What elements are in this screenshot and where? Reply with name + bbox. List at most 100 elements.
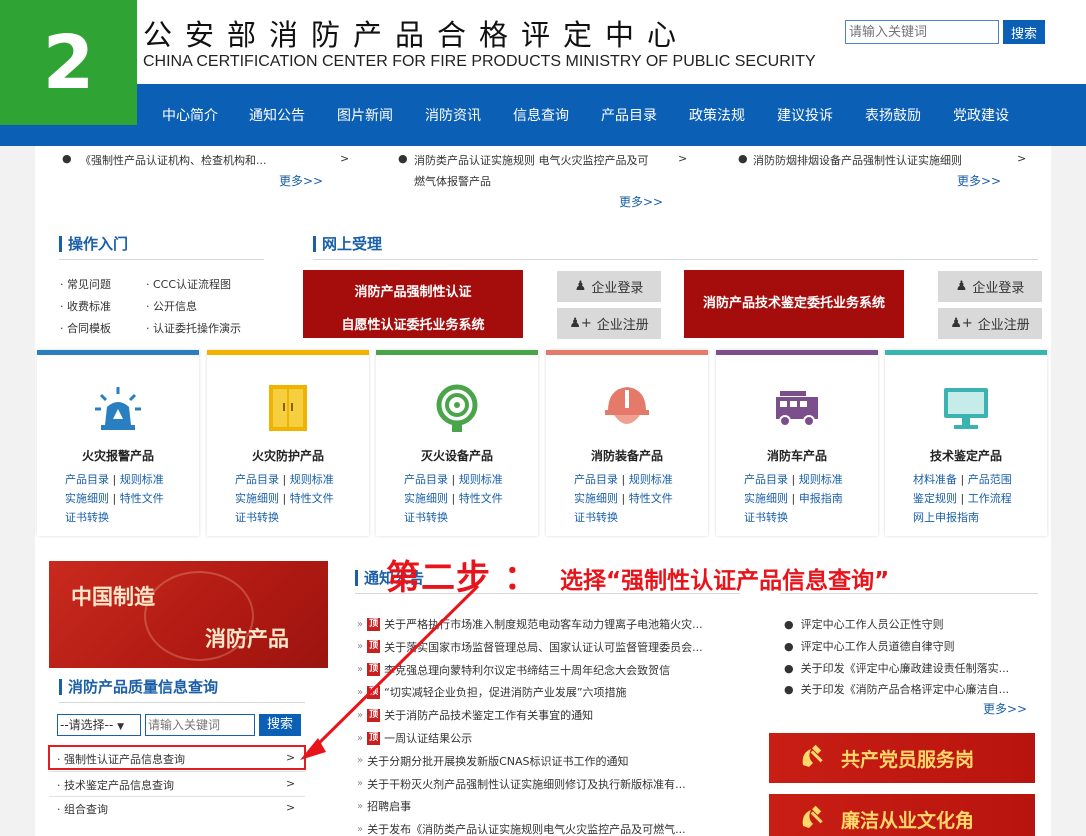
notice-item[interactable]: » 顶关于消防产品技术鉴定工作有关事宜的通知 (357, 707, 593, 723)
list-item[interactable]: ● 关于印发《评定中心廉政建设责任制落实... (784, 660, 1009, 676)
more-link[interactable]: 更多>> (279, 172, 323, 189)
notice-item[interactable]: » 顶李克强总理向蒙特利尔议定书缔结三十周年纪念大会致贺信 (357, 662, 670, 678)
card-link[interactable]: 产品目录 (404, 473, 448, 486)
card-extinguishing[interactable]: 灭火设备产品 产品目录 | 规则标准 实施细则 | 特性文件 证书转换 (376, 350, 538, 536)
card-title: 技术鉴定产品 (929, 449, 1002, 463)
card-link[interactable]: 证书转换 (65, 511, 109, 524)
op-link-fees[interactable]: · 收费标准 (60, 298, 111, 314)
card-link[interactable]: 实施细则 (235, 492, 279, 505)
op-link-contract[interactable]: · 合同模板 (60, 320, 111, 336)
card-link[interactable]: 申报指南 (799, 492, 843, 505)
list-item[interactable]: ● 评定中心工作人员道德自律守则 (784, 638, 955, 654)
ccc-system-button[interactable]: 消防产品强制性认证 自愿性认证委托业务系统 (303, 270, 523, 338)
card-link[interactable]: 实施细则 (574, 492, 618, 505)
card-link[interactable]: 规则标准 (459, 473, 503, 486)
more-link[interactable]: 更多>> (957, 172, 1001, 189)
header-search-input[interactable] (845, 20, 999, 44)
card-link[interactable]: 实施细则 (65, 492, 109, 505)
list-item[interactable]: ● 评定中心工作人员公正性守则 (784, 616, 944, 632)
card-link[interactable]: 产品目录 (744, 473, 788, 486)
quality-search-button[interactable]: 搜索 (259, 714, 301, 736)
list-item[interactable]: 《强制性产品认证机构、检查机构和... (80, 152, 267, 168)
made-in-china-banner[interactable]: 中国制造 消防产品 (49, 561, 328, 668)
notice-item[interactable]: » 顶 “切实减轻企业负担，促进消防产业发展”六项措施 (357, 684, 627, 700)
notice-item[interactable]: » 关于分期分批开展换发新版CNAS标识证书工作的通知 (357, 753, 629, 769)
card-link[interactable]: 证书转换 (235, 511, 279, 524)
notice-item[interactable]: » 顶关于严格执行市场准入制度规范电动客车动力锂离子电池箱火灾... (357, 616, 703, 632)
op-link-ccc-flow[interactable]: · CCC认证流程图 (146, 276, 231, 292)
notice-item[interactable]: » 招聘启事 (357, 798, 411, 814)
nav-item-praise[interactable]: 表扬鼓励 (865, 105, 921, 125)
party-service-label: 共产党员服务岗 (841, 748, 975, 771)
query-tech-products[interactable]: · 技术鉴定产品信息查询 (57, 777, 174, 793)
card-link[interactable]: 产品目录 (65, 473, 109, 486)
card-link[interactable]: 特性文件 (290, 492, 334, 505)
tech-appraisal-system-button[interactable]: 消防产品技术鉴定委托业务系统 (684, 270, 904, 338)
more-link[interactable]: 更多>> (983, 700, 1027, 717)
list-item-cont[interactable]: 燃气体报警产品 (414, 173, 491, 189)
arrow-icon: » (357, 709, 364, 721)
chevron-down-icon: ▼ (117, 722, 125, 732)
chevron-right-icon: > (286, 777, 296, 790)
quality-search-input[interactable] (145, 714, 255, 736)
card-link[interactable]: 特性文件 (459, 492, 503, 505)
nav-item-info-query[interactable]: 信息查询 (513, 105, 569, 125)
nav-item-catalog[interactable]: 产品目录 (601, 105, 657, 125)
card-link[interactable]: 特性文件 (629, 492, 673, 505)
enterprise-register-button[interactable]: ♟+ 企业注册 (938, 308, 1042, 339)
list-item[interactable]: ● 关于印发《消防产品合格评定中心廉洁自... (784, 681, 1009, 697)
ccc-system-label-1: 消防产品强制性认证 (354, 285, 472, 300)
card-link[interactable]: 规则标准 (799, 473, 843, 486)
list-item[interactable]: 消防防烟排烟设备产品强制性认证实施细则 (753, 152, 962, 168)
nav-item-policy[interactable]: 政策法规 (689, 105, 745, 125)
enterprise-register-button[interactable]: ♟+ 企业注册 (557, 308, 661, 339)
card-link[interactable]: 实施细则 (744, 492, 788, 505)
notice-text: 关于消防产品技术鉴定工作有关事宜的通知 (384, 709, 594, 723)
notice-item[interactable]: » 关于发布《消防类产品认证实施规则电气火灾监控产品及可燃气... (357, 821, 686, 836)
enterprise-login-button[interactable]: ♟ 企业登录 (557, 271, 661, 302)
op-link-demo[interactable]: · 认证委托操作演示 (146, 320, 241, 336)
enterprise-login-button[interactable]: ♟ 企业登录 (938, 271, 1042, 302)
notice-item[interactable]: » 顶关于落实国家市场监督管理总局、国家认证认可监督管理委员会... (357, 639, 703, 655)
op-link-public-info[interactable]: · 公开信息 (146, 298, 197, 314)
card-equipment[interactable]: 消防装备产品 产品目录 | 规则标准 实施细则 | 特性文件 证书转换 (546, 350, 708, 536)
card-link[interactable]: 规则标准 (120, 473, 164, 486)
card-link[interactable]: 工作流程 (968, 492, 1012, 505)
card-link[interactable]: 材料准备 (913, 473, 957, 486)
category-select[interactable]: --请选择-- ▼ (57, 714, 141, 736)
query-combined[interactable]: · 组合查询 (57, 801, 108, 817)
list-item[interactable]: 消防类产品认证实施规则 电气火灾监控产品及可 (414, 152, 649, 168)
card-link[interactable]: 特性文件 (120, 492, 164, 505)
arrow-icon: » (357, 641, 364, 653)
card-fire-alarm[interactable]: 火灾报警产品 产品目录 | 规则标准 实施细则 | 特性文件 证书转换 (37, 350, 199, 536)
nav-item-suggest[interactable]: 建议投诉 (777, 105, 833, 125)
party-service-banner[interactable]: 共产党员服务岗 (769, 733, 1035, 783)
nav-item-fire-news[interactable]: 消防资讯 (425, 105, 481, 125)
more-link[interactable]: 更多>> (619, 193, 663, 210)
nav-item-notices[interactable]: 通知公告 (249, 105, 305, 125)
op-link-faq[interactable]: · 常见问题 (60, 276, 111, 292)
step-number-badge: 2 (0, 0, 137, 125)
card-link[interactable]: 产品目录 (235, 473, 279, 486)
card-link[interactable]: 证书转换 (744, 511, 788, 524)
card-link[interactable]: 实施细则 (404, 492, 448, 505)
operation-title: 操作入门 (59, 236, 128, 252)
card-link[interactable]: 规则标准 (629, 473, 673, 486)
clean-culture-banner[interactable]: 廉洁从业文化角 (769, 794, 1035, 836)
card-link[interactable]: 产品范围 (968, 473, 1012, 486)
nav-item-photo-news[interactable]: 图片新闻 (337, 105, 393, 125)
header-search-button[interactable]: 搜索 (1003, 20, 1045, 44)
card-tech-appraisal[interactable]: 技术鉴定产品 材料准备 | 产品范围 鉴定规则 | 工作流程 网上申报指南 (885, 350, 1047, 536)
nav-item-about[interactable]: 中心简介 (162, 105, 218, 125)
card-fire-truck[interactable]: 消防车产品 产品目录 | 规则标准 实施细则 | 申报指南 证书转换 (716, 350, 878, 536)
notice-item[interactable]: » 关于干粉灭火剂产品强制性认证实施细则修订及执行新版标准有... (357, 776, 686, 792)
card-link[interactable]: 证书转换 (404, 511, 448, 524)
card-link[interactable]: 鉴定规则 (913, 492, 957, 505)
notice-item[interactable]: » 顶一周认证结果公示 (357, 730, 472, 746)
card-fire-protection[interactable]: 火灾防护产品 产品目录 | 规则标准 实施细则 | 特性文件 证书转换 (207, 350, 369, 536)
nav-item-party[interactable]: 党政建设 (953, 105, 1009, 125)
card-link[interactable]: 规则标准 (290, 473, 334, 486)
card-link[interactable]: 证书转换 (574, 511, 618, 524)
card-link[interactable]: 产品目录 (574, 473, 618, 486)
card-link[interactable]: 网上申报指南 (913, 511, 979, 524)
